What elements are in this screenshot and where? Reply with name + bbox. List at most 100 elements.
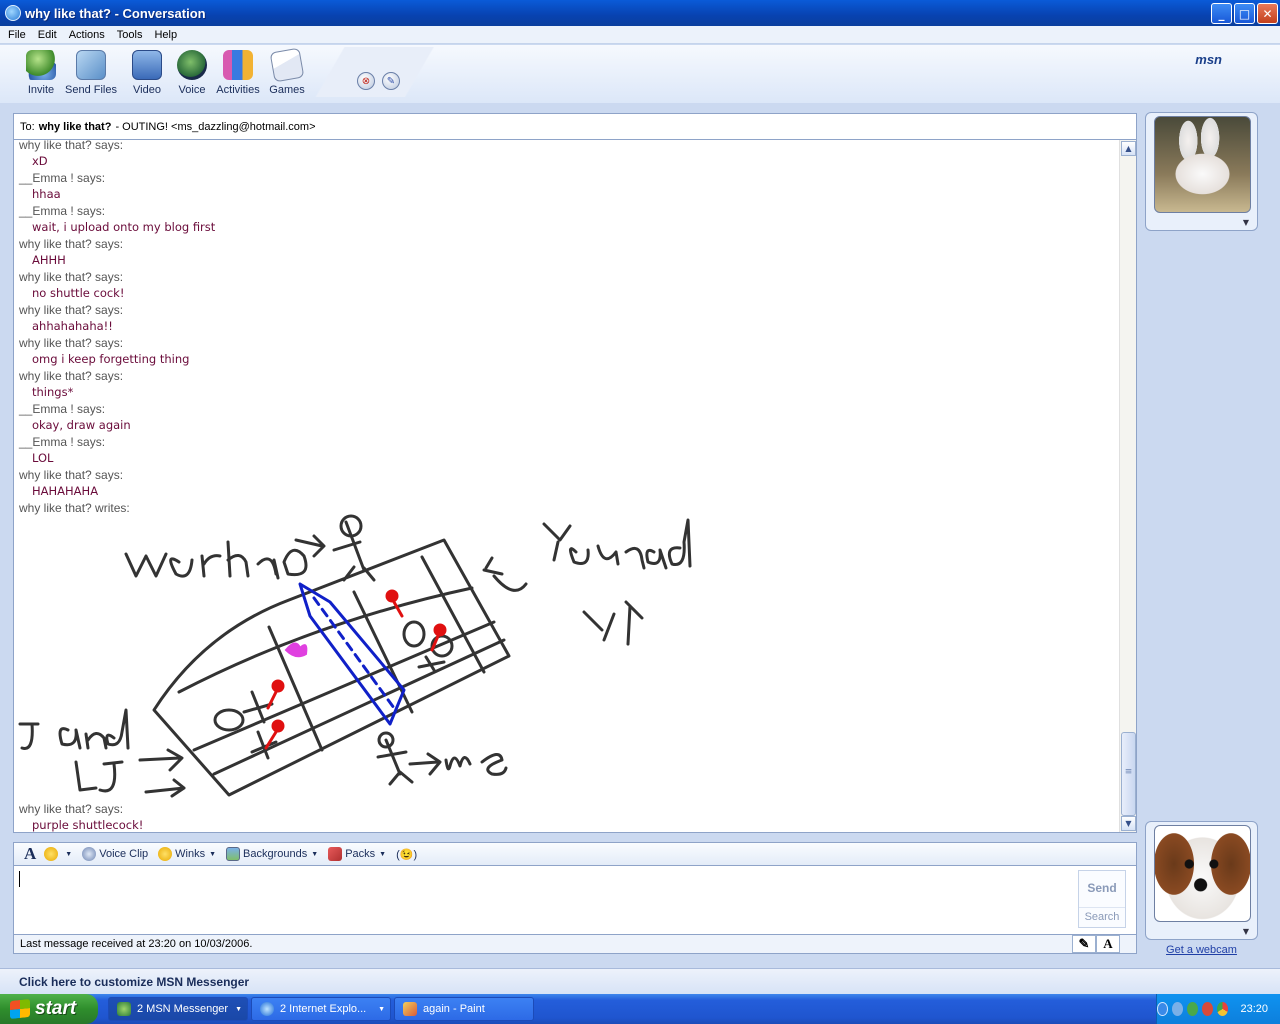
contact-display-picture[interactable]: ▼ — [1145, 112, 1258, 231]
taskbar-item-label: 2 Internet Explo... — [280, 1003, 367, 1015]
scroll-down-button[interactable]: ▼ — [1121, 816, 1136, 831]
menu-file[interactable]: File — [2, 29, 32, 41]
activities-button[interactable]: Activities — [212, 50, 264, 96]
chrome-like-icon[interactable] — [1217, 1002, 1229, 1016]
font-button[interactable]: A — [24, 844, 36, 864]
racket-head — [271, 679, 285, 693]
chevron-down-icon[interactable]: ▼ — [1243, 218, 1249, 227]
message-text: hhaa — [32, 187, 61, 201]
label-me — [408, 752, 508, 776]
message-sender: __Emma ! says: — [19, 171, 106, 185]
tray-arrow-icon[interactable] — [1156, 1002, 1169, 1016]
chevron-down-icon[interactable]: ▼ — [1243, 927, 1249, 936]
player-circle — [213, 708, 245, 732]
network-icon[interactable] — [1172, 1002, 1184, 1016]
msn-tray-icon[interactable] — [1187, 1002, 1199, 1016]
menu-edit[interactable]: Edit — [32, 29, 63, 41]
close-button[interactable]: ✕ — [1257, 3, 1278, 24]
backgrounds-button[interactable]: Backgrounds ▼ — [226, 847, 318, 861]
message-text: omg i keep forgetting thing — [32, 352, 190, 366]
label-yy — [582, 600, 644, 646]
message-sender: why like that? says: — [19, 237, 124, 251]
purple-shuttlecock — [284, 642, 308, 658]
send-panel: Send Search — [1078, 870, 1126, 928]
scroll-up-button[interactable]: ▲ — [1121, 141, 1136, 156]
windows-taskbar: start 2 MSN Messenger ▼ 2 Internet Explo… — [0, 994, 1280, 1024]
arrow — [138, 748, 186, 798]
message: why like that? says: purple shuttlecock! — [19, 801, 1109, 832]
start-button[interactable]: start — [0, 994, 98, 1024]
voice-button[interactable]: Voice — [166, 50, 218, 96]
text-cursor — [19, 871, 20, 887]
voice-clip-icon — [82, 847, 97, 861]
dog-picture — [1154, 825, 1251, 922]
backgrounds-icon — [226, 847, 241, 861]
message-sender: why like that? says: — [19, 139, 124, 152]
chevron-down-icon: ▼ — [379, 850, 387, 858]
conversation-history[interactable]: why like that? says: xD __Emma ! says: h… — [13, 139, 1137, 833]
backgrounds-label: Backgrounds — [243, 848, 308, 860]
pen-icon: ✎ — [386, 75, 396, 87]
menu-actions[interactable]: Actions — [63, 29, 111, 41]
customize-bar[interactable]: Click here to customize MSN Messenger — [0, 968, 1280, 994]
message-list: why like that? says: xD __Emma ! says: h… — [19, 140, 1109, 516]
windows-logo-icon — [10, 998, 30, 1020]
winks-button[interactable]: Winks ▼ — [158, 847, 216, 861]
invite-button[interactable]: Invite — [15, 50, 67, 96]
stick-figure — [332, 520, 376, 582]
clock[interactable]: 23:20 — [1240, 1003, 1268, 1015]
taskbar-item-label: 2 MSN Messenger — [137, 1003, 229, 1015]
start-label: start — [35, 998, 77, 1019]
racket-head — [385, 589, 399, 603]
court-outline — [152, 538, 511, 797]
label-lj — [74, 760, 124, 793]
scroll-thumb[interactable]: ≡ — [1121, 732, 1136, 816]
taskbar-item-paint[interactable]: again - Paint — [394, 997, 534, 1021]
change-display-button[interactable]: ✎ — [382, 72, 400, 90]
get-webcam-link[interactable]: Get a webcam — [1145, 944, 1258, 956]
emoticon-icon — [44, 847, 59, 861]
menu-tools[interactable]: Tools — [111, 29, 149, 41]
security-icon[interactable] — [1202, 1002, 1214, 1016]
message-text: wait, i upload onto my blog first — [32, 220, 216, 234]
games-button[interactable]: Games — [261, 47, 313, 96]
paint-icon — [403, 1002, 417, 1016]
main-toolbar: Invite Send Files Video Voice Activities… — [0, 45, 1280, 103]
taskbar-item-ie[interactable]: 2 Internet Explo... ▼ — [251, 997, 391, 1021]
message-sender: why like that? says: — [19, 336, 124, 350]
text-mode-button[interactable]: A — [1096, 935, 1120, 953]
invite-icon — [26, 50, 56, 80]
send-files-button[interactable]: Send Files — [65, 50, 117, 96]
message: why like that? says: things* — [19, 368, 1109, 401]
message-text: purple shuttlecock! — [32, 818, 144, 832]
chevron-down-icon: ▼ — [65, 850, 73, 858]
ink-drawing — [18, 514, 692, 798]
contact-name[interactable]: why like that? — [39, 121, 112, 133]
status-line: Last message received at 23:20 on 10/03/… — [13, 935, 1137, 954]
my-display-picture[interactable]: ▼ — [1145, 821, 1258, 940]
menu-help[interactable]: Help — [148, 29, 183, 41]
search-button[interactable]: Search — [1079, 907, 1125, 923]
maximize-button[interactable]: □ — [1234, 3, 1255, 24]
handwriting-mode-button[interactable]: ✎ — [1072, 935, 1096, 953]
message: why like that? says: HAHAHAHA — [19, 467, 1109, 500]
send-button[interactable]: Send — [1079, 881, 1125, 895]
message-sender: __Emma ! says: — [19, 435, 106, 449]
label-j-and — [18, 708, 130, 750]
taskbar-item-msn[interactable]: 2 MSN Messenger ▼ — [108, 997, 248, 1021]
last-message-status: Last message received at 23:20 on 10/03/… — [20, 938, 253, 950]
nudge-button[interactable]: (😉) — [396, 848, 417, 861]
msn-app-icon[interactable] — [5, 5, 21, 21]
minimize-button[interactable]: _ — [1211, 3, 1232, 24]
block-button[interactable]: ⊗ — [357, 72, 375, 90]
message-input[interactable]: Send Search — [13, 866, 1137, 935]
message-sender: __Emma ! says: — [19, 402, 106, 416]
message-text: LOL — [32, 451, 54, 465]
conversation-scrollbar[interactable]: ▲ ≡ ▼ — [1119, 140, 1136, 832]
title-bar: why like that? - Conversation _ □ ✕ — [0, 0, 1280, 26]
message: why like that? says: ahhahahaha!! — [19, 302, 1109, 335]
voice-clip-button[interactable]: Voice Clip — [82, 847, 148, 861]
packs-button[interactable]: Packs ▼ — [328, 847, 386, 861]
emoticon-button[interactable]: ▼ — [44, 847, 72, 861]
winks-label: Winks — [175, 848, 206, 860]
